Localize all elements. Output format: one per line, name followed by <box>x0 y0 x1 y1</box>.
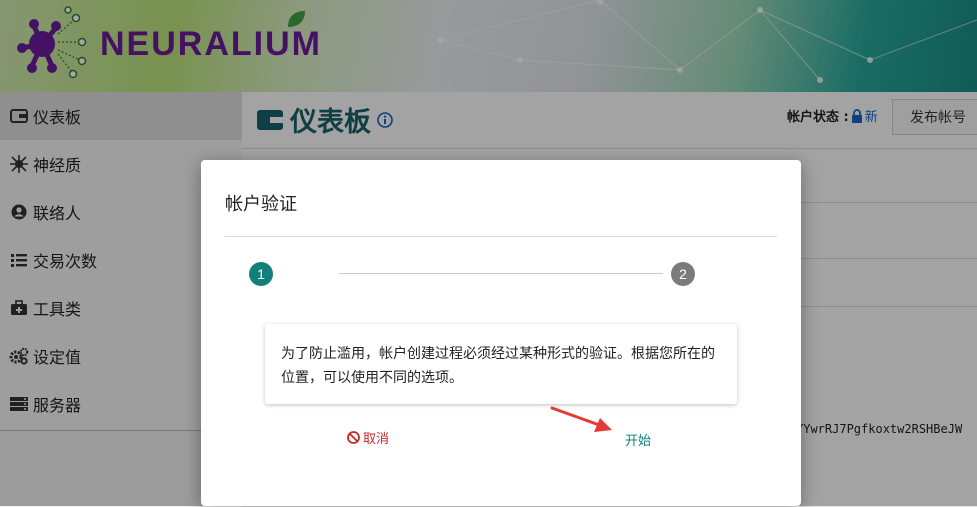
stepper-step-1: 1 <box>249 262 273 286</box>
verification-message: 为了防止滥用，帐户创建过程必须经过某种形式的验证。根据您所在的位置，可以使用不同… <box>281 346 715 386</box>
start-button[interactable]: 开始 <box>625 430 651 449</box>
annotation-arrow-icon <box>550 406 612 432</box>
stepper-connector <box>339 273 663 274</box>
cancel-label: 取消 <box>363 432 390 447</box>
account-verification-dialog: 帐户验证 1 2 为了防止滥用，帐户创建过程必须经过某种形式的验证。根据您所在的… <box>201 160 801 506</box>
cancel-button[interactable]: 取消 <box>347 428 389 447</box>
stepper-step-2: 2 <box>671 262 695 286</box>
prohibited-icon <box>347 431 360 444</box>
dialog-divider <box>225 236 777 237</box>
verification-message-card: 为了防止滥用，帐户创建过程必须经过某种形式的验证。根据您所在的位置，可以使用不同… <box>265 324 737 404</box>
dialog-title: 帐户验证 <box>225 194 297 215</box>
